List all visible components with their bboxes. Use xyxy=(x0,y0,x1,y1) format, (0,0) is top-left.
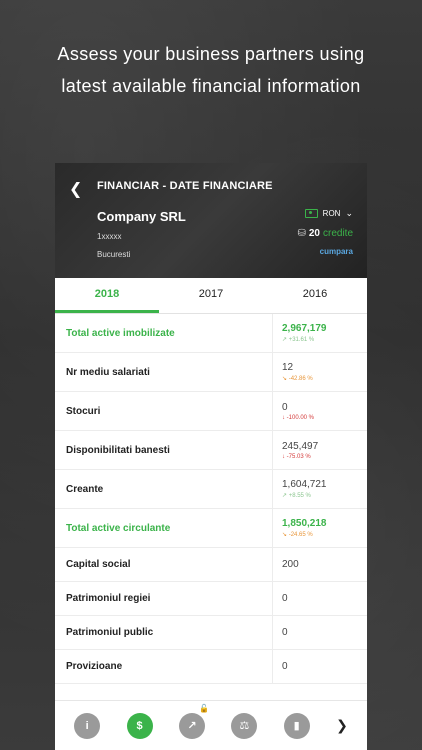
coins-icon: ⛁ xyxy=(297,228,306,239)
row-value-cell: 0 ↓ -100.00 % xyxy=(273,392,367,430)
row-value-cell: 0 xyxy=(273,582,367,615)
row-change: ↘ -42.86 % xyxy=(282,376,313,382)
row-value: 1,604,721 xyxy=(282,479,327,490)
table-row: Total active circulante 1,850,218 ↘ -24.… xyxy=(55,509,367,548)
row-value-cell: 245,497 ↓ -75.03 % xyxy=(273,431,367,469)
row-value-cell: 1,850,218 ↘ -24.65 % xyxy=(273,509,367,547)
tab-2018[interactable]: 2018 xyxy=(55,278,159,313)
headline-line-1: Assess your business partners using xyxy=(57,44,365,64)
row-value: 0 xyxy=(282,627,288,638)
currency-label: RON xyxy=(322,209,341,218)
financial-table: Total active imobilizate 2,967,179 ↗ +31… xyxy=(55,314,367,684)
row-value-cell: 1,604,721 ↗ +8.55 % xyxy=(273,470,367,508)
row-label: Patrimoniul public xyxy=(55,616,273,649)
money-icon xyxy=(304,209,318,218)
row-value: 245,497 xyxy=(282,440,319,452)
table-row: Disponibilitati banesti 245,497 ↓ -75.03… xyxy=(55,431,367,470)
row-label: Nr mediu salariati xyxy=(55,353,273,391)
table-row: Stocuri 0 ↓ -100.00 % xyxy=(55,392,367,431)
company-name: Company SRL xyxy=(97,209,186,224)
row-label: Disponibilitati banesti xyxy=(55,431,273,469)
row-label: Total active imobilizate xyxy=(55,314,273,352)
row-value: 0 xyxy=(282,593,288,604)
company-header: ❮ FINANCIAR - DATE FINANCIARE Company SR… xyxy=(55,163,367,278)
table-row: Patrimoniul regiei 0 xyxy=(55,582,367,616)
year-tabs: 2018 2017 2016 xyxy=(55,278,367,314)
lock-icon: 🔓 xyxy=(198,703,209,713)
row-value: 2,967,179 xyxy=(282,323,327,334)
page-title: FINANCIAR - DATE FINANCIARE xyxy=(97,180,273,192)
row-value-cell: 200 xyxy=(273,548,367,581)
table-row: Nr mediu salariati 12 ↘ -42.86 % xyxy=(55,353,367,392)
headline: Assess your business partners using late… xyxy=(0,38,422,102)
credits-label: credite xyxy=(322,228,353,239)
row-change: ↘ -24.65 % xyxy=(282,532,313,538)
row-value-cell: 0 xyxy=(273,650,367,683)
credits-count: 20 xyxy=(308,228,320,239)
row-label: Capital social xyxy=(55,548,273,581)
bar-chart-icon[interactable]: ▮ xyxy=(283,712,310,739)
table-row: Capital social 200 xyxy=(55,548,367,582)
headline-line-2: latest available financial information xyxy=(61,76,361,96)
money-nav-icon[interactable]: $ xyxy=(126,712,153,739)
row-label: Total active circulante xyxy=(55,509,273,547)
row-label: Patrimoniul regiei xyxy=(55,582,273,615)
table-row: Total active imobilizate 2,967,179 ↗ +31… xyxy=(55,314,367,353)
phone-screen: ❮ FINANCIAR - DATE FINANCIARE Company SR… xyxy=(55,163,367,750)
company-city: Bucuresti xyxy=(97,250,131,259)
row-change: ↓ -100.00 % xyxy=(282,414,315,421)
table-row: Creante 1,604,721 ↗ +8.55 % xyxy=(55,470,367,509)
row-change: ↗ +31.61 % xyxy=(282,337,315,343)
credits-indicator: ⛁ 20 credite xyxy=(297,228,353,239)
currency-selector[interactable]: RON ⌄ xyxy=(304,208,353,219)
row-change: ↓ -75.03 % xyxy=(282,453,311,460)
row-value-cell: 12 ↘ -42.86 % xyxy=(273,353,367,391)
buy-credits-link[interactable]: cumpara xyxy=(320,247,353,256)
row-value: 12 xyxy=(282,362,294,373)
row-value-cell: 2,967,179 ↗ +31.61 % xyxy=(273,314,367,352)
row-change: ↗ +8.55 % xyxy=(282,493,311,499)
row-label: Stocuri xyxy=(55,392,273,430)
row-value: 0 xyxy=(282,661,288,672)
row-value: 200 xyxy=(282,559,299,570)
row-value: 0 xyxy=(282,401,288,413)
chart-icon[interactable]: ↗ 🔓 xyxy=(178,704,209,739)
tab-2016[interactable]: 2016 xyxy=(263,278,367,313)
table-row: Patrimoniul public 0 xyxy=(55,616,367,650)
company-cui: 1xxxxx xyxy=(97,232,122,241)
row-label: Creante xyxy=(55,470,273,508)
row-label: Provizioane xyxy=(55,650,273,683)
info-icon[interactable]: i xyxy=(74,712,101,739)
chevron-right-icon[interactable]: ❯ xyxy=(336,717,348,734)
tab-2017[interactable]: 2017 xyxy=(159,278,263,313)
chevron-down-icon: ⌄ xyxy=(345,208,353,218)
back-arrow-icon[interactable]: ❮ xyxy=(69,179,82,199)
scales-icon[interactable]: ⚖ xyxy=(231,712,258,739)
row-value-cell: 0 xyxy=(273,616,367,649)
table-row: Provizioane 0 xyxy=(55,650,367,684)
bottom-nav: i $ ↗ 🔓 ⚖ ▮ ❯ xyxy=(55,700,367,750)
row-value: 1,850,218 xyxy=(282,518,327,529)
